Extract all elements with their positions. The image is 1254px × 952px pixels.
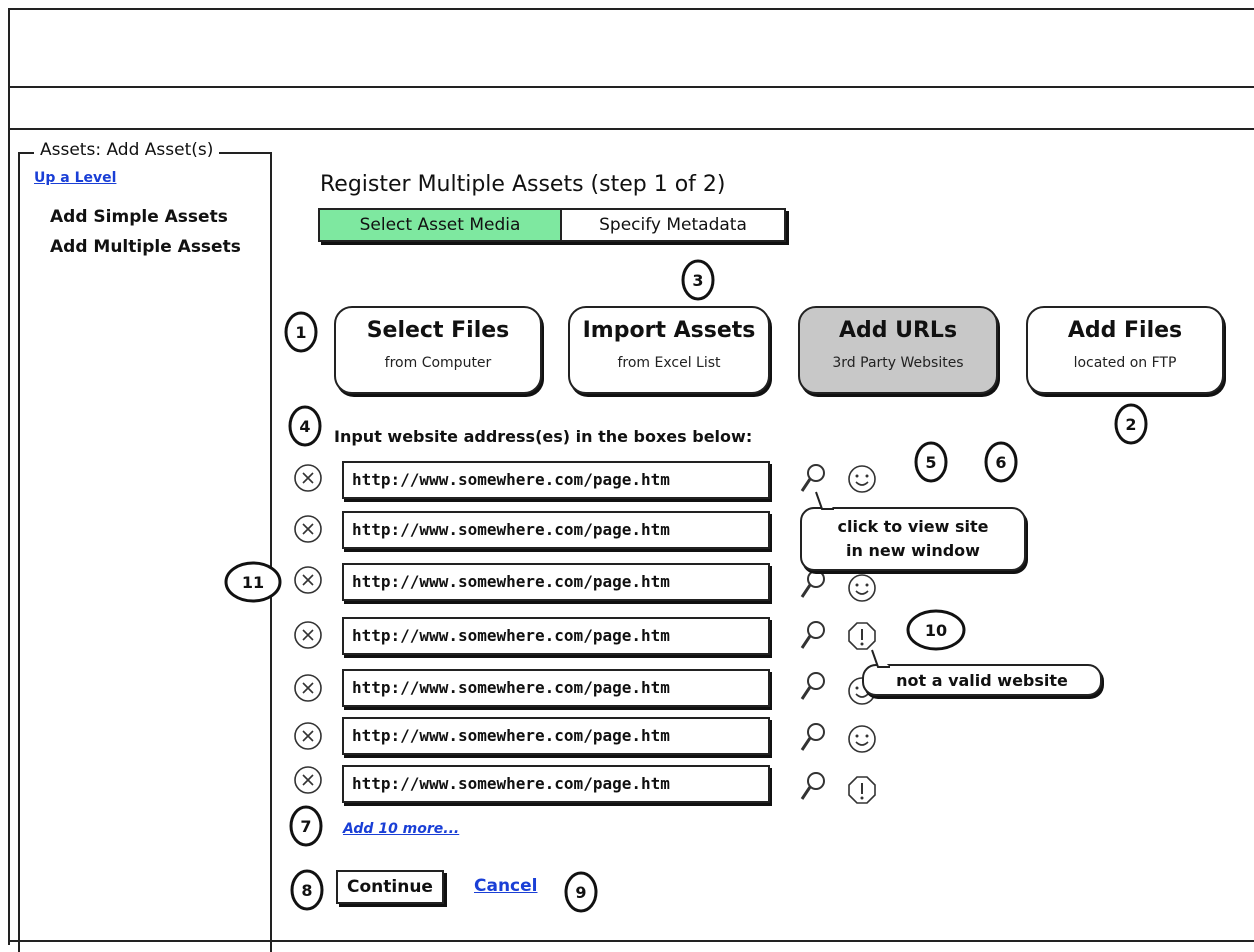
remove-row-icon[interactable] — [293, 514, 323, 544]
warning-octagon-icon — [848, 776, 876, 804]
marker-number: 9 — [575, 882, 587, 902]
remove-row-icon[interactable] — [293, 620, 323, 650]
annotation-marker-1: 1 — [282, 310, 320, 354]
marker-number: 7 — [300, 816, 312, 836]
url-input[interactable]: http://www.somewhere.com/page.htm — [342, 617, 770, 655]
url-input[interactable]: http://www.somewhere.com/page.htm — [342, 765, 770, 803]
marker-number: 2 — [1125, 414, 1137, 434]
frame-left-edge — [8, 130, 10, 945]
tab-select-asset-media[interactable]: Select Asset Media — [318, 208, 562, 242]
annotation-marker-11: 11 — [222, 560, 284, 604]
option-add-urls[interactable]: Add URLs 3rd Party Websites — [798, 306, 998, 394]
url-input[interactable]: http://www.somewhere.com/page.htm — [342, 669, 770, 707]
smiley-icon — [848, 725, 876, 753]
magnifier-icon[interactable] — [798, 619, 828, 651]
up-a-level-link[interactable]: Up a Level — [34, 170, 116, 186]
magnifier-icon[interactable] — [798, 721, 828, 753]
option-add-files[interactable]: Add Files located on FTP — [1026, 306, 1224, 394]
remove-row-icon[interactable] — [293, 721, 323, 751]
invalid-website-tooltip: not a valid website — [862, 664, 1102, 696]
remove-row-icon[interactable] — [293, 765, 323, 795]
view-site-tooltip: click to view site in new window — [800, 507, 1026, 571]
option-title: Add URLs — [838, 318, 958, 343]
annotation-marker-7: 7 — [287, 804, 325, 848]
option-import-assets[interactable]: Import Assets from Excel List — [568, 306, 770, 394]
sidebar-item-add-simple-assets[interactable]: Add Simple Assets — [50, 207, 228, 227]
sidebar-item-add-multiple-assets[interactable]: Add Multiple Assets — [50, 237, 241, 257]
smiley-icon — [848, 574, 876, 602]
tooltip-line: in new window — [846, 541, 980, 560]
add-10-more-link[interactable]: Add 10 more... — [343, 821, 459, 837]
marker-number: 4 — [299, 416, 311, 436]
url-input[interactable]: http://www.somewhere.com/page.htm — [342, 717, 770, 755]
option-title: Import Assets — [582, 318, 756, 343]
panel-title: Assets: Add Asset(s) — [34, 140, 220, 160]
annotation-marker-3: 3 — [679, 258, 717, 302]
url-input[interactable]: http://www.somewhere.com/page.htm — [342, 511, 770, 549]
sidebar-panel — [18, 152, 272, 952]
magnifier-icon[interactable] — [798, 568, 828, 600]
option-subtitle: 3rd Party Websites — [832, 355, 964, 371]
tooltip-pointer — [815, 491, 834, 510]
page-title: Register Multiple Assets (step 1 of 2) — [320, 172, 726, 197]
tooltip-pointer — [871, 649, 890, 668]
remove-row-icon[interactable] — [293, 565, 323, 595]
continue-button[interactable]: Continue — [336, 870, 444, 904]
cancel-link[interactable]: Cancel — [474, 876, 537, 896]
option-select-files[interactable]: Select Files from Computer — [334, 306, 542, 394]
marker-number: 5 — [925, 452, 937, 472]
remove-row-icon[interactable] — [293, 673, 323, 703]
annotation-marker-5: 5 — [912, 440, 950, 484]
marker-number: 1 — [295, 322, 307, 342]
annotation-marker-9: 9 — [562, 870, 600, 914]
annotation-marker-2: 2 — [1112, 402, 1150, 446]
header-bar — [8, 8, 1254, 88]
annotation-marker-10: 10 — [904, 608, 968, 652]
smiley-icon — [848, 465, 876, 493]
option-title: Add Files — [1067, 318, 1183, 343]
url-input[interactable]: http://www.somewhere.com/page.htm — [342, 461, 770, 499]
option-title: Select Files — [366, 318, 510, 343]
remove-row-icon[interactable] — [293, 463, 323, 493]
marker-number: 8 — [301, 880, 313, 900]
nav-bar — [8, 86, 1254, 130]
option-subtitle: from Excel List — [617, 355, 721, 371]
annotation-marker-4: 4 — [286, 404, 324, 448]
option-subtitle: located on FTP — [1073, 355, 1177, 371]
marker-number: 6 — [995, 452, 1007, 472]
option-subtitle: from Computer — [384, 355, 492, 371]
url-input[interactable]: http://www.somewhere.com/page.htm — [342, 563, 770, 601]
marker-number: 10 — [924, 620, 948, 640]
tooltip-line: click to view site — [837, 517, 989, 536]
marker-number: 11 — [241, 572, 265, 592]
annotation-marker-8: 8 — [288, 868, 326, 912]
instruction-text: Input website address(es) in the boxes b… — [334, 427, 753, 446]
magnifier-icon[interactable] — [798, 770, 828, 802]
annotation-marker-6: 6 — [982, 440, 1020, 484]
marker-number: 3 — [692, 270, 704, 290]
magnifier-icon[interactable] — [798, 670, 828, 702]
tab-specify-metadata[interactable]: Specify Metadata — [560, 208, 786, 242]
